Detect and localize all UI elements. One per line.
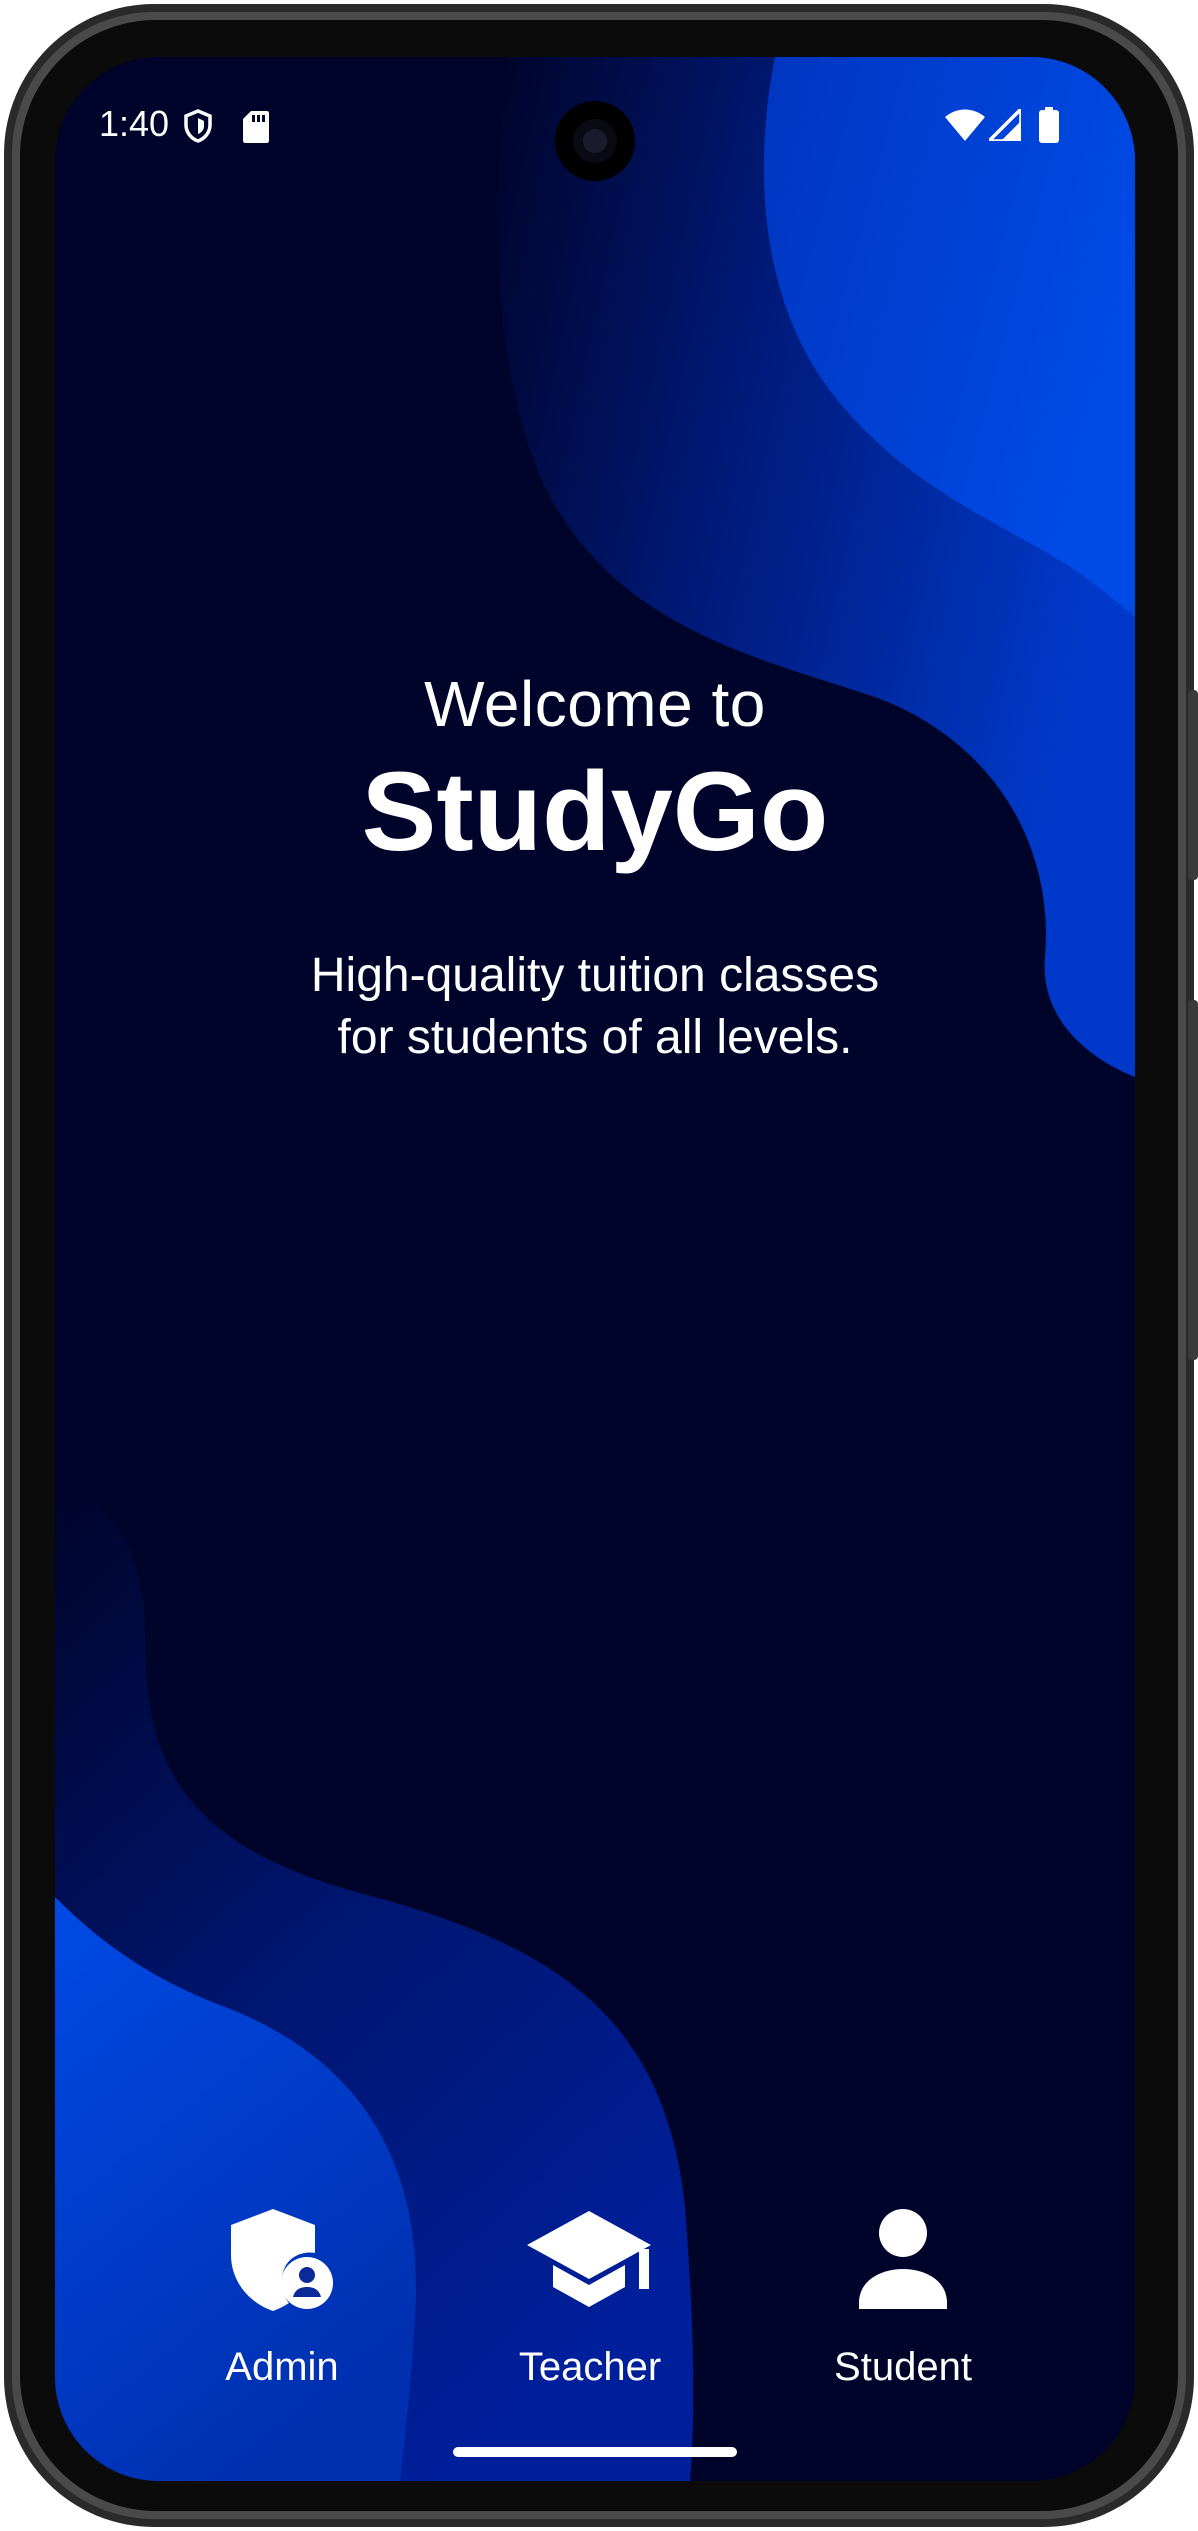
app-title: StudyGo xyxy=(361,749,829,874)
status-time: 1:40 xyxy=(99,103,170,144)
admin-label: Admin xyxy=(225,2345,339,2389)
front-camera xyxy=(555,101,635,181)
battery-icon xyxy=(1039,107,1059,143)
teacher-role-button[interactable]: Teacher xyxy=(460,2207,720,2481)
shield-icon xyxy=(184,109,212,143)
tagline-line-2: for students of all levels. xyxy=(337,1011,853,1064)
admin-role-button[interactable]: Admin xyxy=(152,2207,412,2481)
tagline-line-1: High-quality tuition classes xyxy=(310,949,880,1002)
home-indicator[interactable] xyxy=(453,2447,737,2457)
wave-background xyxy=(55,57,1135,2481)
teacher-label: Teacher xyxy=(518,2345,662,2389)
admin-shield-icon xyxy=(231,2209,333,2311)
wifi-icon xyxy=(945,109,985,141)
app-screen: 1:40 Welcome to StudyGo High-quality tui… xyxy=(55,57,1135,2481)
graduation-cap-icon xyxy=(527,2211,651,2307)
tagline: High-quality tuition classes for student… xyxy=(195,945,995,1069)
cell-signal-icon xyxy=(989,109,1021,141)
student-label: Student xyxy=(834,2345,972,2389)
welcome-greeting: Welcome to xyxy=(424,668,766,740)
person-icon xyxy=(859,2209,947,2309)
sd-card-icon xyxy=(243,111,269,143)
student-role-button[interactable]: Student xyxy=(773,2207,1033,2481)
